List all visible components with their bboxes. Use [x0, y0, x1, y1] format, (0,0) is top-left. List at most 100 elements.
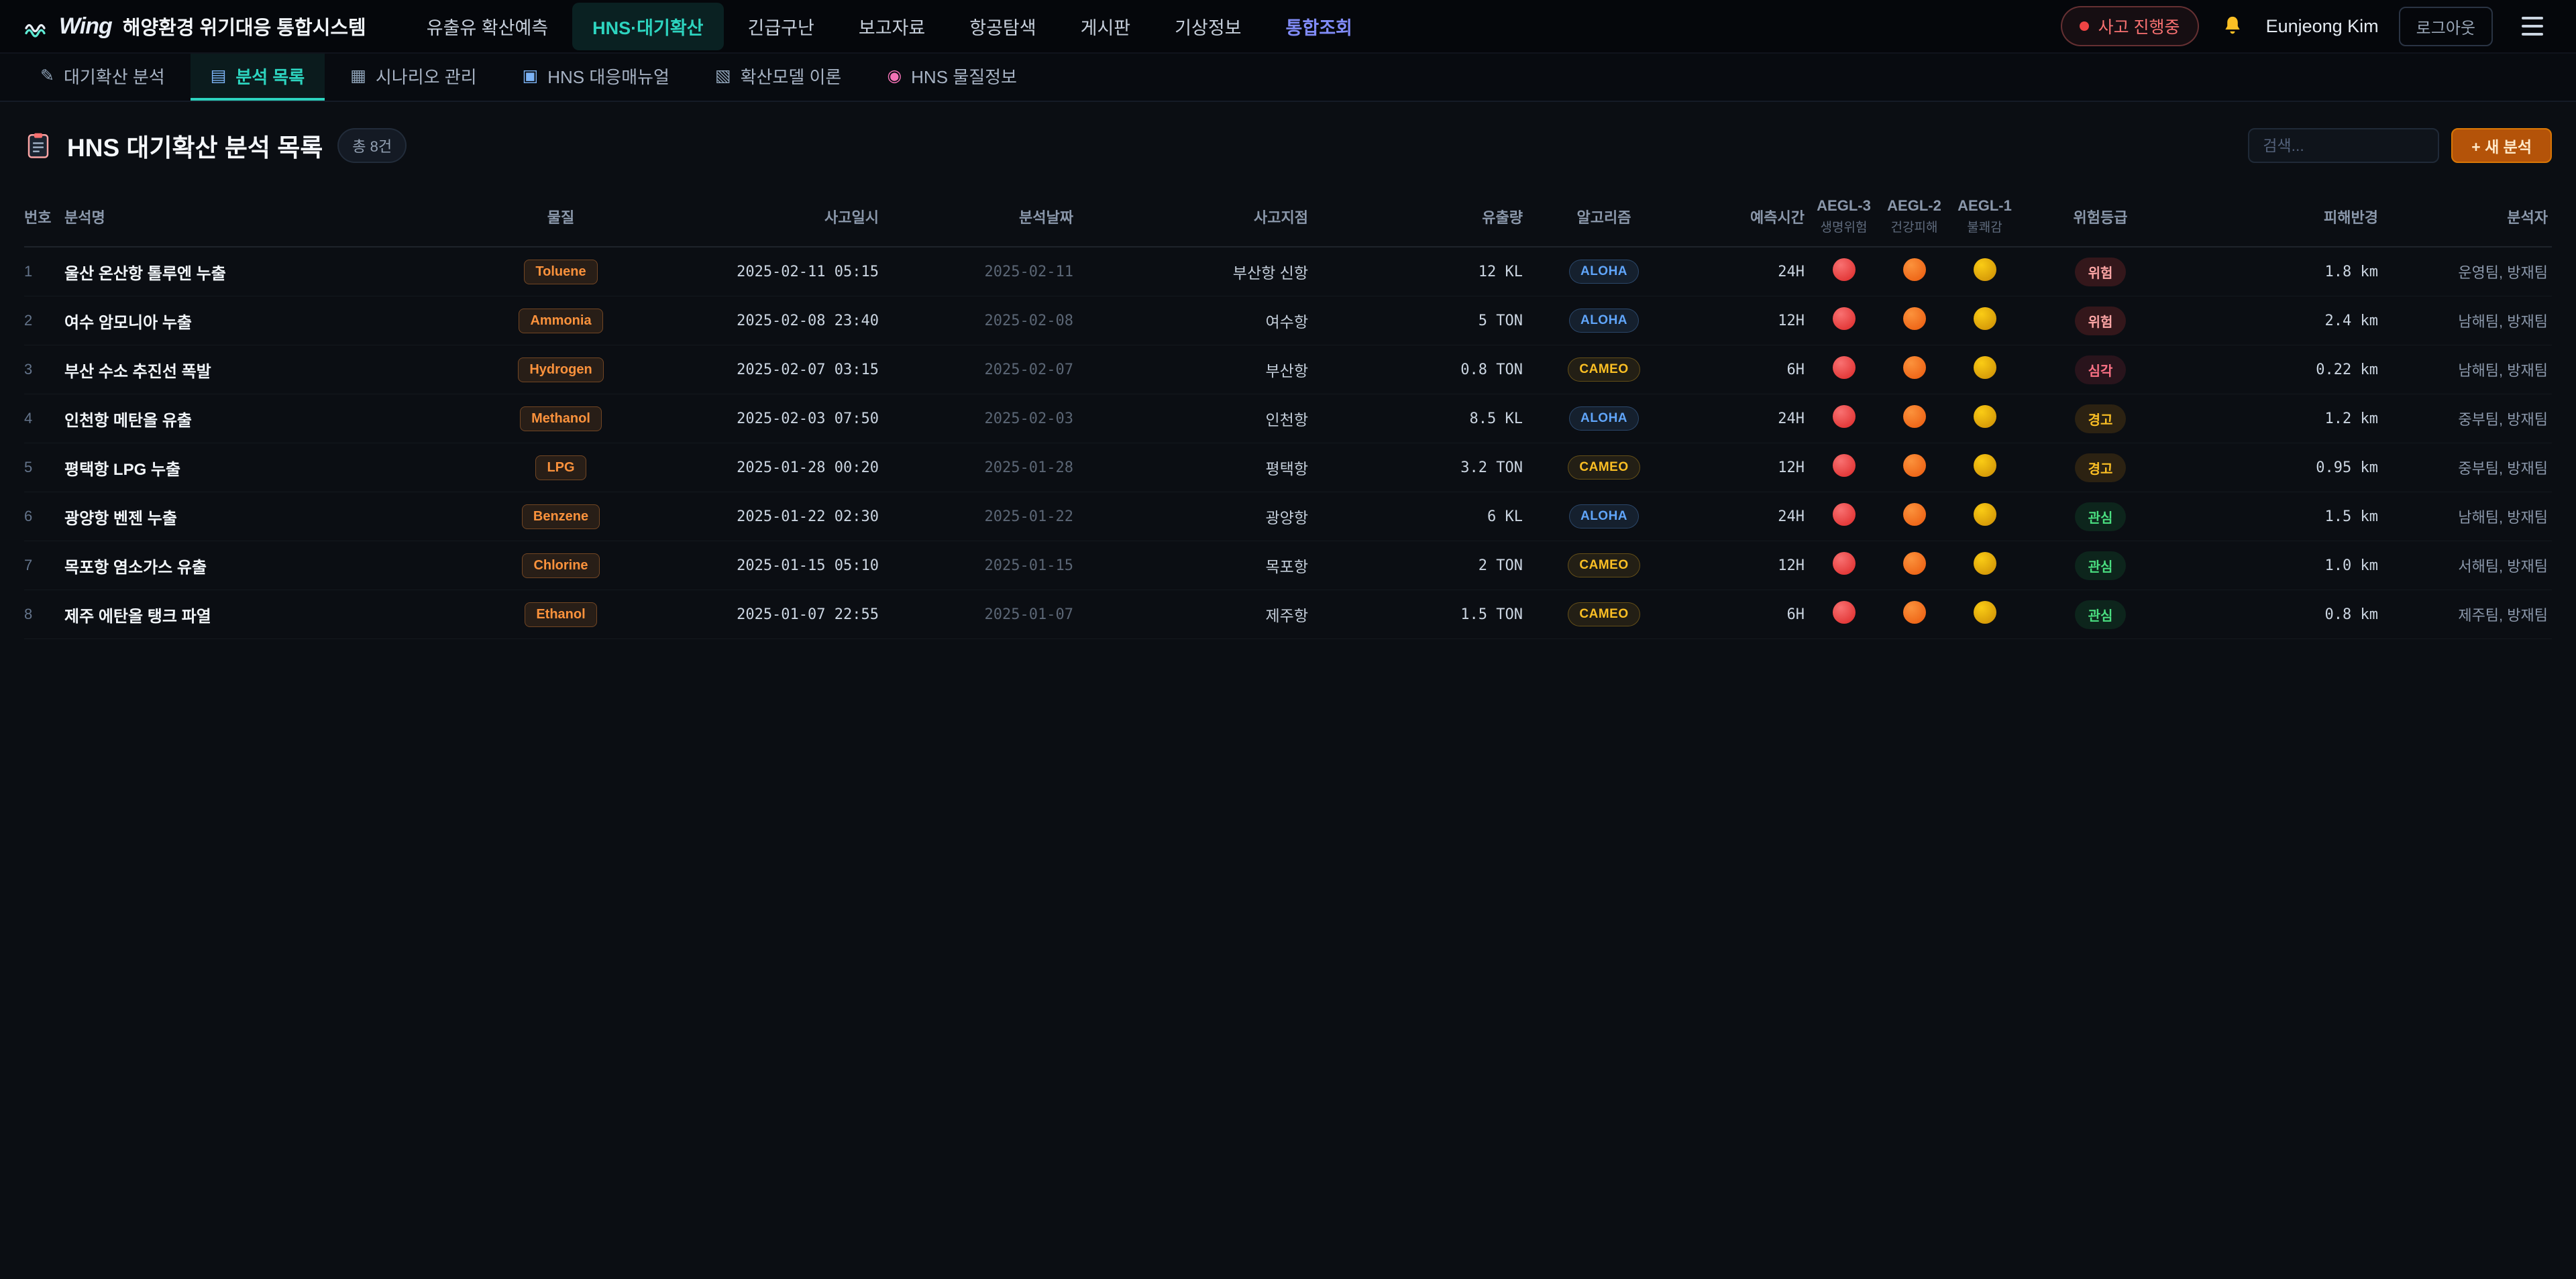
tab-label: HNS 물질정보 [911, 64, 1017, 89]
wave-logo-icon [24, 14, 48, 38]
nav-item[interactable]: 항공탐색 [949, 3, 1056, 50]
damage-radius: 1.0 km [2181, 557, 2382, 574]
risk-grade-badge: 관심 [2075, 502, 2127, 531]
analysis-table: 번호 분석명 물질 사고일시 분석날짜 사고지점 유출량 알고리즘 예측시간 A… [24, 186, 2552, 639]
accident-datetime: 2025-01-22 02:30 [641, 508, 883, 525]
hamburger-menu-icon[interactable] [2513, 7, 2552, 46]
analysis-name[interactable]: 목포항 염소가스 유출 [64, 554, 480, 577]
damage-radius: 0.22 km [2181, 362, 2382, 378]
substance-badge: Chlorine [522, 553, 599, 578]
accident-datetime: 2025-02-07 03:15 [641, 362, 883, 378]
analysis-date: 2025-01-28 [883, 459, 1077, 476]
substance-badge: Methanol [520, 406, 602, 431]
spill-amount: 0.8 TON [1312, 362, 1527, 378]
col-header-substance: 물질 [480, 206, 641, 227]
risk-grade-badge: 관심 [2075, 551, 2127, 580]
nav-item[interactable]: 보고자료 [839, 3, 945, 50]
analysis-name[interactable]: 부산 수소 추진선 폭발 [64, 358, 480, 382]
damage-radius: 2.4 km [2181, 313, 2382, 329]
nav-item[interactable]: 유출유 확산예측 [407, 3, 568, 50]
aegl2-indicator-icon [1903, 601, 1926, 624]
clipboard-icon [24, 131, 52, 160]
tab-bar: ✎ 대기확산 분석 ▤ 분석 목록 ▦ 시나리오 관리 ▣ HNS 대응매뉴얼 … [0, 54, 2576, 102]
col-header-date: 분석날짜 [883, 206, 1077, 227]
aegl3-indicator-icon [1833, 405, 1856, 428]
nav-item[interactable]: 통합조회 [1266, 3, 1373, 50]
algorithm-badge: ALOHA [1569, 504, 1639, 529]
table-row[interactable]: 7 목포항 염소가스 유출 Chlorine 2025-01-15 05:10 … [24, 541, 2552, 590]
page-head-actions: + 새 분석 [2248, 128, 2552, 163]
analysis-name[interactable]: 울산 온산항 톨루엔 누출 [64, 260, 480, 284]
table-row[interactable]: 1 울산 온산항 톨루엔 누출 Toluene 2025-02-11 05:15… [24, 247, 2552, 296]
analysis-name[interactable]: 광양항 벤젠 누출 [64, 505, 480, 529]
forecast-hours: 12H [1681, 459, 1809, 476]
col-header-aegl2: AEGL-2 건강피해 [1879, 197, 1949, 235]
algorithm-badge: ALOHA [1569, 260, 1639, 284]
nav-item[interactable]: 기상정보 [1155, 3, 1261, 50]
aegl2-indicator-icon [1903, 356, 1926, 379]
search-input[interactable] [2248, 128, 2439, 163]
aegl3-indicator-icon [1833, 601, 1856, 624]
analysis-name[interactable]: 여수 암모니아 누출 [64, 309, 480, 333]
aegl1-indicator-icon [1974, 307, 1996, 330]
spill-amount: 1.5 TON [1312, 606, 1527, 623]
grid-icon: ▦ [350, 66, 366, 86]
accident-location: 목포항 [1077, 554, 1312, 577]
tab-item[interactable]: ▧ 확산모델 이론 [695, 54, 861, 101]
risk-grade-badge: 위험 [2075, 307, 2127, 335]
nav-item[interactable]: HNS·대기확산 [572, 3, 723, 50]
new-analysis-button[interactable]: + 새 분석 [2451, 128, 2552, 163]
analyst: 중부팀, 방재팀 [2382, 457, 2552, 478]
main-nav: 유출유 확산예측HNS·대기확산긴급구난보고자료항공탐색게시판기상정보통합조회 [407, 3, 1373, 50]
tab-item[interactable]: ▦ 시나리오 관리 [330, 54, 496, 101]
forecast-hours: 24H [1681, 410, 1809, 427]
aegl1-indicator-icon [1974, 503, 1996, 526]
book-icon: ▣ [523, 66, 539, 86]
analysis-name[interactable]: 인천항 메탄올 유출 [64, 407, 480, 431]
logout-button[interactable]: 로그아웃 [2399, 7, 2493, 46]
incident-status-badge[interactable]: 사고 진행중 [2061, 6, 2199, 46]
analysis-date: 2025-01-07 [883, 606, 1077, 623]
analysis-name[interactable]: 평택항 LPG 누출 [64, 456, 480, 480]
tab-label: 시나리오 관리 [376, 64, 477, 89]
tab-label: 확산모델 이론 [741, 64, 842, 89]
nav-item[interactable]: 게시판 [1061, 3, 1151, 50]
algorithm-badge: ALOHA [1569, 406, 1639, 431]
user-name: Eunjeong Kim [2266, 16, 2379, 37]
tab-item[interactable]: ✎ 대기확산 분석 [20, 54, 185, 101]
table-header-row: 번호 분석명 물질 사고일시 분석날짜 사고지점 유출량 알고리즘 예측시간 A… [24, 186, 2552, 247]
damage-radius: 1.5 km [2181, 508, 2382, 525]
aegl1-indicator-icon [1974, 405, 1996, 428]
table-row[interactable]: 5 평택항 LPG 누출 LPG 2025-01-28 00:20 2025-0… [24, 443, 2552, 492]
tab-label: HNS 대응매뉴얼 [547, 64, 669, 89]
aegl3-indicator-icon [1833, 503, 1856, 526]
tab-item[interactable]: ◉ HNS 물질정보 [867, 54, 1037, 101]
analysis-date: 2025-02-11 [883, 264, 1077, 280]
table-row[interactable]: 4 인천항 메탄올 유출 Methanol 2025-02-03 07:50 2… [24, 394, 2552, 443]
table-row[interactable]: 6 광양항 벤젠 누출 Benzene 2025-01-22 02:30 202… [24, 492, 2552, 541]
tab-item[interactable]: ▤ 분석 목록 [191, 54, 325, 101]
table-row[interactable]: 8 제주 에탄올 탱크 파열 Ethanol 2025-01-07 22:55 … [24, 590, 2552, 639]
accident-location: 광양항 [1077, 505, 1312, 528]
aegl2-sublabel: 건강피해 [1879, 217, 1949, 235]
substance-badge: Toluene [524, 260, 597, 284]
tab-item[interactable]: ▣ HNS 대응매뉴얼 [502, 54, 690, 101]
incident-dot-icon [2080, 21, 2089, 31]
table-row[interactable]: 3 부산 수소 추진선 폭발 Hydrogen 2025-02-07 03:15… [24, 345, 2552, 394]
col-header-grade: 위험등급 [2020, 206, 2181, 227]
aegl3-indicator-icon [1833, 552, 1856, 575]
notification-bell-icon[interactable] [2219, 13, 2246, 40]
col-header-name: 분석명 [64, 206, 480, 227]
brand-logo-text: Wing [59, 13, 112, 40]
col-header-datetime: 사고일시 [641, 206, 883, 227]
brand[interactable]: Wing 해양환경 위기대응 통합시스템 [24, 12, 366, 40]
analysis-name[interactable]: 제주 에탄올 탱크 파열 [64, 603, 480, 626]
nav-item[interactable]: 긴급구난 [728, 3, 835, 50]
accident-datetime: 2025-02-11 05:15 [641, 264, 883, 280]
substance-badge: Hydrogen [518, 357, 603, 382]
aegl1-indicator-icon [1974, 601, 1996, 624]
analysis-date: 2025-01-15 [883, 557, 1077, 574]
spill-amount: 12 KL [1312, 264, 1527, 280]
table-row[interactable]: 2 여수 암모니아 누출 Ammonia 2025-02-08 23:40 20… [24, 296, 2552, 345]
risk-grade-badge: 심각 [2075, 355, 2127, 384]
